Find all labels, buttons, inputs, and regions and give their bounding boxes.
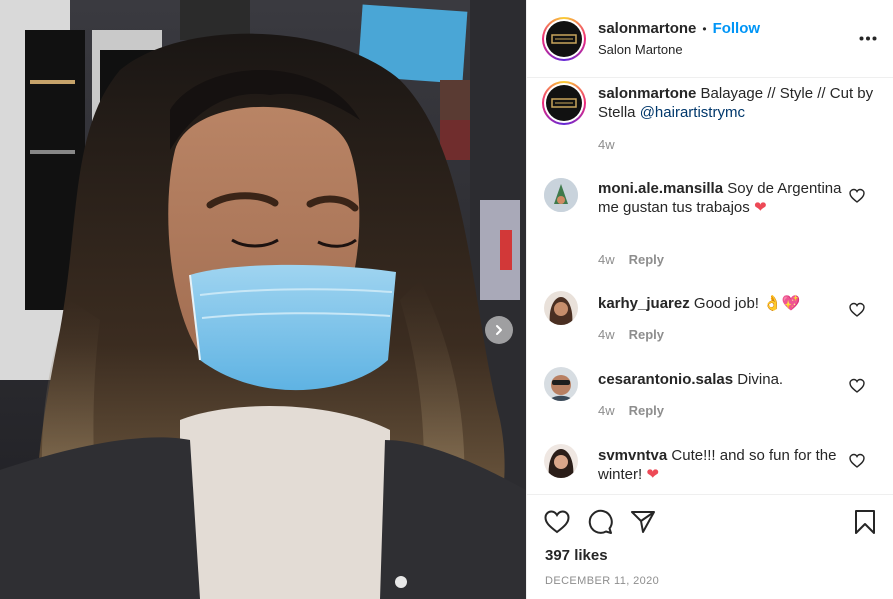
caption-avatar[interactable] [542,81,586,125]
comment-username[interactable]: cesarantonio.salas [598,371,733,388]
header-location[interactable]: Salon Martone [598,42,683,57]
avatar[interactable] [544,367,578,401]
comment-text: Divina. [737,371,784,388]
heart-emoji: ❤ [646,466,659,483]
post-panel: salonmartone • Follow Salon Martone salo… [526,0,893,599]
share-icon[interactable] [630,510,656,534]
heart-outline-icon[interactable] [849,378,865,394]
follow-button[interactable]: Follow [713,20,761,37]
post-photo[interactable] [0,0,526,599]
header-username[interactable]: salonmartone [598,20,696,37]
user-avatar-icon [544,178,578,212]
likes-count[interactable]: 397 likes [545,547,608,564]
caption-username[interactable]: salonmartone [598,85,696,102]
heart-emoji: ❤ [753,199,767,216]
reply-button[interactable]: Reply [629,327,664,342]
chevron-right-icon [496,325,502,335]
salon-photo-image [0,0,526,599]
caption-mention[interactable]: @hairartistrymc [640,104,745,121]
comment-username[interactable]: karhy_juarez [598,295,690,312]
instagram-post: salonmartone • Follow Salon Martone salo… [0,0,893,599]
comment-time[interactable]: 4w [598,403,615,418]
comment-username[interactable]: moni.ale.mansilla [598,180,723,197]
post-date[interactable]: DECEMBER 11, 2020 [545,575,659,587]
post-header: salonmartone • Follow Salon Martone [527,0,893,78]
comment-meta: 4w Reply [598,403,664,418]
comment: moni.ale.mansilla Soy de Argentina me gu… [598,179,848,217]
next-photo-button[interactable] [485,316,513,344]
header-separator: • [702,21,707,36]
comment-username[interactable]: svmvntva [598,447,667,464]
post-actions: 397 likes DECEMBER 11, 2020 [527,494,893,599]
more-horizontal-icon[interactable] [859,36,877,41]
comment-text: Good job! [693,295,759,312]
comments-list[interactable]: salonmartone Balayage // Style // Cut by… [527,78,893,494]
comment-meta: 4w Reply [598,252,664,267]
salon-logo-icon [551,34,577,44]
user-avatar-icon [544,367,578,401]
comment: cesarantonio.salas Divina. [598,370,848,389]
avatar[interactable] [544,291,578,325]
reply-button[interactable]: Reply [629,403,664,418]
salon-logo-icon [551,98,577,108]
heart-outline-icon[interactable] [849,453,865,469]
like-heart-icon[interactable] [544,510,570,534]
caption: salonmartone Balayage // Style // Cut by… [598,84,883,122]
user-avatar-icon [544,291,578,325]
heart-outline-icon[interactable] [849,188,865,204]
comment-time[interactable]: 4w [598,327,615,342]
emoji: 👌💖 [763,295,801,312]
avatar[interactable] [544,444,578,478]
caption-time[interactable]: 4w [598,137,615,152]
comment-meta: 4w Reply [598,327,664,342]
heart-outline-icon[interactable] [849,302,865,318]
comment-icon[interactable] [587,509,613,535]
avatar[interactable] [542,17,586,61]
user-avatar-icon [544,444,578,478]
reply-button[interactable]: Reply [629,252,664,267]
comment: karhy_juarez Good job! 👌💖 [598,294,848,313]
avatar[interactable] [544,178,578,212]
comment-time[interactable]: 4w [598,252,615,267]
comment: svmvntva Cute!!! and so fun for the wint… [598,446,838,484]
bookmark-icon[interactable] [854,509,876,535]
caption-meta: 4w [598,137,615,152]
